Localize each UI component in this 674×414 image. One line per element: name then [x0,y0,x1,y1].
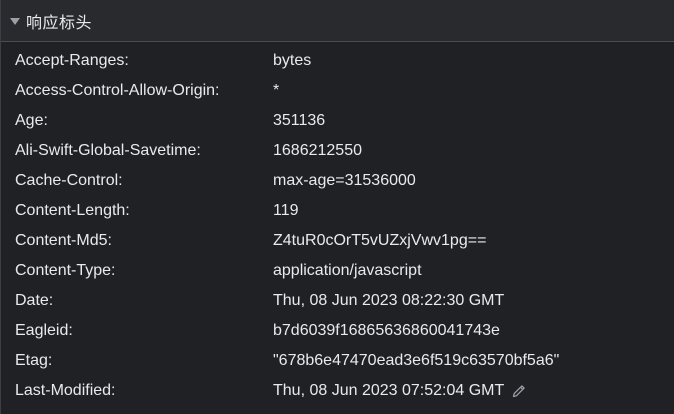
header-name: Last-Modified: [15,382,116,399]
header-row-etag: Etag: "678b6e47470ead3e6f519c63570bf5a6" [1,346,674,376]
header-value: b7d6039f16865636860041743e [273,322,500,339]
header-list: Accept-Ranges: bytes Access-Control-Allo… [1,42,674,406]
header-row-age: Age: 351136 [1,106,674,136]
header-value: 1686212550 [273,142,362,159]
header-row-access-control-allow-origin: Access-Control-Allow-Origin: * [1,76,674,106]
header-row-content-length: Content-Length: 119 [1,196,674,226]
response-headers-panel: 响应标头 Accept-Ranges: bytes Access-Control… [0,0,674,414]
header-value: "678b6e47470ead3e6f519c63570bf5a6" [273,352,560,369]
header-value: max-age=31536000 [273,172,416,189]
header-name: Content-Length: [15,202,130,219]
header-row-content-md5: Content-Md5: Z4tuR0cOrT5vUZxjVwv1pg== [1,226,674,256]
header-value: Thu, 08 Jun 2023 08:22:30 GMT [273,292,505,309]
header-name: Accept-Ranges: [15,52,129,69]
header-value: * [273,82,280,99]
header-value: bytes [273,52,312,69]
header-value: Z4tuR0cOrT5vUZxjVwv1pg== [273,232,487,249]
header-row-accept-ranges: Accept-Ranges: bytes [1,46,674,76]
header-row-last-modified: Last-Modified: Thu, 08 Jun 2023 07:52:04… [1,376,674,406]
triangle-down-icon[interactable] [10,17,20,25]
header-name: Access-Control-Allow-Origin: [15,82,220,99]
header-name: Date: [15,292,54,309]
pencil-icon[interactable] [510,382,528,400]
header-name: Etag: [15,352,53,369]
header-value: 119 [273,202,299,219]
header-name: Content-Md5: [15,232,112,249]
header-value-container: Thu, 08 Jun 2023 07:52:04 GMT [273,376,528,406]
header-value: application/javascript [273,262,422,279]
header-value: 351136 [273,112,326,129]
header-row-ali-swift-global-savetime: Ali-Swift-Global-Savetime: 1686212550 [1,136,674,166]
header-name: Eagleid: [15,322,73,339]
header-row-content-type: Content-Type: application/javascript [1,256,674,286]
header-row-cache-control: Cache-Control: max-age=31536000 [1,166,674,196]
response-headers-section-header[interactable]: 响应标头 [1,0,674,42]
header-row-eagleid: Eagleid: b7d6039f16865636860041743e [1,316,674,346]
header-name: Content-Type: [15,262,116,279]
header-value: Thu, 08 Jun 2023 07:52:04 GMT [273,382,505,399]
header-name: Age: [15,112,48,129]
header-row-date: Date: Thu, 08 Jun 2023 08:22:30 GMT [1,286,674,316]
section-title: 响应标头 [26,12,93,32]
header-name: Cache-Control: [15,172,123,189]
header-name: Ali-Swift-Global-Savetime: [15,142,201,159]
